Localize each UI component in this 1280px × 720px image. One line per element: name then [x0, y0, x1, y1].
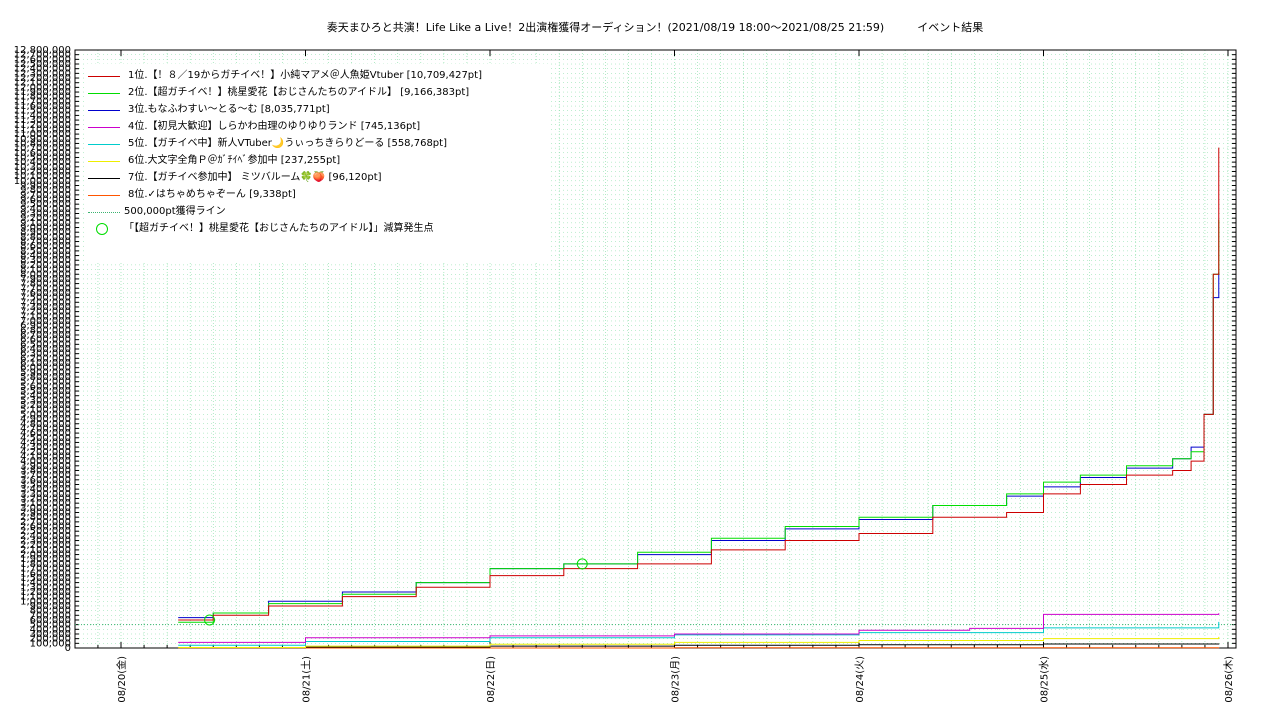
- legend-label: 5位.【ガチイベ中】新人VTuber🌙うぃっちきらりどーる [558,768pt…: [128, 138, 447, 149]
- y-tick-label: 12,800,000: [14, 45, 71, 56]
- legend-line-sample: [88, 195, 120, 196]
- series-line-3: [178, 272, 1220, 619]
- legend-item: 7位.【ガチイベ参加中】 ミツバルーム🍀🍑 [96,120pt]: [84, 170, 548, 186]
- legend-line-sample: [88, 127, 120, 128]
- legend-label: 1位.【！８／19からガチイベ！】小純マアメ＠人魚姫Vtuber [10,709…: [128, 70, 482, 81]
- legend-line-sample: [88, 161, 120, 162]
- legend-label: 4位.【初見大歓迎】しらかわ由理のゆりゆりランド [745,136pt]: [128, 121, 421, 132]
- legend-line-sample: [88, 76, 120, 77]
- legend-line-sample: [88, 110, 120, 111]
- series-line-6: [178, 636, 1220, 649]
- legend-label: 6位.大文字全角Ｐ＠ｶﾞﾁｲﾍﾞ参加中 [237,255pt]: [128, 155, 341, 166]
- series-line-2: [178, 219, 1220, 623]
- legend-line-sample: [88, 144, 120, 145]
- x-tick-label: 08/21(土): [300, 656, 313, 703]
- legend-item: 4位.【初見大歓迎】しらかわ由理のゆりゆりランド [745,136pt]: [84, 119, 548, 135]
- legend-line-sample: [88, 212, 120, 213]
- x-tick-label: 08/22(日): [486, 656, 497, 703]
- legend-item: 「【超ガチイベ！】桃星愛花【おじさんたちのアイドル】」減算発生点: [84, 221, 548, 237]
- legend-label: 7位.【ガチイベ参加中】 ミツバルーム🍀🍑 [96,120pt]: [128, 172, 382, 183]
- x-tick-label: 08/26(木): [1223, 656, 1235, 703]
- legend-label: 2位.【超ガチイベ！】桃星愛花【おじさんたちのアイドル】 [9,166,383p…: [128, 87, 470, 98]
- x-tick-label: 08/23(月): [670, 656, 682, 703]
- legend-item: 3位.もなふわすい〜とる〜む [8,035,771pt]: [84, 102, 548, 118]
- legend-item: 8位.✓はちゃめちゃぞーん [9,338pt]: [84, 187, 548, 203]
- legend-item: 6位.大文字全角Ｐ＠ｶﾞﾁｲﾍﾞ参加中 [237,255pt]: [84, 153, 548, 169]
- x-tick-label: 08/25(水): [1039, 656, 1051, 703]
- legend-label: 500,000pt獲得ライン: [124, 206, 226, 217]
- legend-item: 1位.【！８／19からガチイベ！】小純マアメ＠人魚姫Vtuber [10,709…: [84, 68, 548, 84]
- legend-line-sample: [88, 178, 120, 179]
- legend-line-sample: [88, 93, 120, 94]
- legend-item: 5位.【ガチイベ中】新人VTuber🌙うぃっちきらりどーる [558,768pt…: [84, 136, 548, 152]
- legend-marker-circle: [96, 223, 108, 235]
- legend-item: 500,000pt獲得ライン: [84, 204, 548, 220]
- legend-item: 2位.【超ガチイベ！】桃星愛花【おじさんたちのアイドル】 [9,166,383p…: [84, 85, 548, 101]
- legend-label: 3位.もなふわすい〜とる〜む [8,035,771pt]: [128, 104, 330, 115]
- x-tick-label: 08/24(火): [854, 656, 866, 703]
- x-tick-label: 08/20(金): [115, 656, 128, 703]
- legend: 1位.【！８／19からガチイベ！】小純マアメ＠人魚姫Vtuber [10,709…: [84, 64, 548, 262]
- legend-label: 「【超ガチイベ！】桃星愛花【おじさんたちのアイドル】」減算発生点: [124, 223, 434, 234]
- legend-label: 8位.✓はちゃめちゃぞーん [9,338pt]: [128, 189, 296, 200]
